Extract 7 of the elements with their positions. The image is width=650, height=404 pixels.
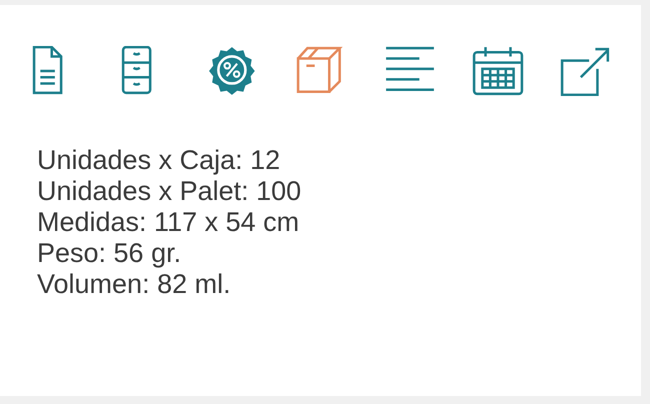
detail-text: Unidades x Palet: 100 — [37, 176, 302, 207]
detail-text: Medidas: 117 x 54 cm — [37, 207, 300, 238]
external-link-icon[interactable] — [560, 46, 612, 96]
detail-text: Unidades x Caja: 12 — [37, 145, 280, 176]
detail-text: Peso: 56 gr. — [37, 238, 182, 269]
calendar-icon[interactable] — [472, 46, 524, 96]
detail-text: Volumen: 82 ml. — [37, 269, 231, 300]
